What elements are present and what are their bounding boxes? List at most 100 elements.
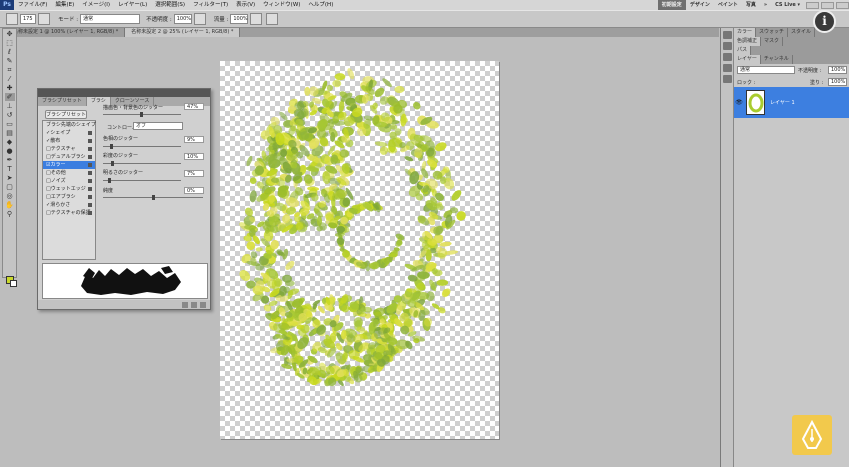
brush-panel-icon[interactable] bbox=[722, 75, 732, 83]
brush-size-picker[interactable]: 175 bbox=[20, 14, 36, 24]
toggle-preview-icon[interactable] bbox=[182, 301, 188, 308]
texture-item[interactable]: □テクスチャ bbox=[43, 145, 95, 153]
menu-window[interactable]: ウィンドウ(W) bbox=[259, 0, 304, 10]
fill-field[interactable]: 100% bbox=[828, 78, 847, 86]
brightness-jitter-field[interactable]: 7% bbox=[184, 170, 204, 177]
brush-tip-shape-item[interactable]: ブラシ先端のシェイプ bbox=[43, 121, 96, 129]
pressure-opacity-icon[interactable] bbox=[193, 13, 206, 25]
menu-select[interactable]: 選択範囲(S) bbox=[151, 0, 189, 10]
menu-view[interactable]: 表示(V) bbox=[232, 0, 259, 10]
slider-knob[interactable] bbox=[110, 144, 113, 149]
3d-tool-icon[interactable]: ◎ bbox=[5, 192, 15, 200]
purity-slider[interactable] bbox=[103, 195, 203, 200]
tab-masks[interactable]: マスク bbox=[761, 37, 784, 46]
background-color-swatch[interactable] bbox=[10, 280, 17, 287]
blur-tool-icon[interactable]: ◆ bbox=[5, 138, 15, 146]
eyedropper-tool-icon[interactable]: ⁄ bbox=[5, 75, 15, 83]
tab-document-1[interactable]: 名称未設定 1 @ 100% (レイヤー 1, RGB/8) * bbox=[7, 28, 126, 37]
delete-icon[interactable] bbox=[200, 301, 206, 308]
brightness-jitter-slider[interactable] bbox=[103, 178, 181, 183]
eraser-tool-icon[interactable]: ▭ bbox=[5, 120, 15, 128]
menu-layer[interactable]: レイヤー(L) bbox=[114, 0, 151, 10]
zoom-tool-icon[interactable]: ⚲ bbox=[5, 210, 15, 218]
move-tool-icon[interactable]: ✥ bbox=[5, 30, 15, 38]
workspace-photo[interactable]: 写真 bbox=[742, 0, 760, 10]
pressure-size-icon[interactable] bbox=[266, 13, 279, 25]
color-dynamics-item[interactable]: ☑カラー bbox=[43, 161, 95, 169]
workspace-design[interactable]: デザイン bbox=[686, 0, 714, 10]
purity-field[interactable]: 0% bbox=[184, 187, 204, 194]
flow-field[interactable]: 100% bbox=[230, 14, 249, 24]
crop-tool-icon[interactable]: ⌗ bbox=[5, 66, 15, 74]
hand-tool-icon[interactable]: ✋ bbox=[5, 201, 15, 209]
blend-mode-select[interactable]: 通常 bbox=[737, 66, 795, 74]
info-icon[interactable]: i bbox=[813, 10, 836, 33]
marquee-tool-icon[interactable]: ⬚ bbox=[5, 39, 15, 47]
shape-dynamics-item[interactable]: ✓シェイプ bbox=[43, 129, 95, 137]
fgbg-jitter-field[interactable]: 47% bbox=[184, 103, 204, 110]
airbrush-icon[interactable] bbox=[250, 13, 263, 25]
maximize-button[interactable] bbox=[821, 1, 834, 9]
menu-help[interactable]: ヘルプ(H) bbox=[304, 0, 337, 10]
path-select-tool-icon[interactable]: ➤ bbox=[5, 174, 15, 182]
tab-channels[interactable]: チャンネル bbox=[761, 55, 793, 64]
dual-brush-item[interactable]: □デュアルブラシ bbox=[43, 153, 95, 161]
tab-color[interactable]: カラー bbox=[734, 28, 757, 37]
menu-file[interactable]: ファイル(F) bbox=[14, 0, 51, 10]
protect-texture-item[interactable]: □テクスチャの保護 bbox=[43, 209, 95, 217]
new-preset-icon[interactable] bbox=[191, 301, 197, 308]
layer-opacity-field[interactable]: 100% bbox=[828, 66, 847, 74]
slider-knob[interactable] bbox=[108, 178, 111, 183]
hue-jitter-slider[interactable] bbox=[103, 144, 181, 149]
workspace-more[interactable]: » bbox=[760, 0, 771, 10]
type-tool-icon[interactable]: T bbox=[5, 165, 15, 173]
mode-select[interactable]: 通常 bbox=[80, 14, 141, 24]
fgbg-jitter-slider[interactable] bbox=[103, 112, 181, 117]
workspace-painting[interactable]: ペイント bbox=[714, 0, 742, 10]
wet-edges-item[interactable]: □ウェットエッジ bbox=[43, 185, 95, 193]
tab-layers[interactable]: レイヤー bbox=[734, 55, 761, 64]
slider-knob[interactable] bbox=[152, 195, 155, 200]
menu-edit[interactable]: 編集(E) bbox=[51, 0, 78, 10]
opacity-field[interactable]: 100% bbox=[173, 14, 192, 24]
tab-styles[interactable]: スタイル bbox=[788, 28, 816, 37]
eye-icon[interactable]: 👁 bbox=[734, 99, 744, 106]
saturation-jitter-slider[interactable] bbox=[103, 161, 181, 166]
noise-item[interactable]: □ノイズ bbox=[43, 177, 95, 185]
menu-filter[interactable]: フィルター(T) bbox=[189, 0, 232, 10]
brush-panel-toggle-icon[interactable] bbox=[38, 13, 50, 25]
hue-jitter-field[interactable]: 9% bbox=[184, 136, 204, 143]
stamp-tool-icon[interactable]: ⊥ bbox=[5, 102, 15, 110]
slider-knob[interactable] bbox=[140, 112, 143, 117]
lasso-tool-icon[interactable]: ℓ bbox=[5, 48, 15, 56]
slider-knob[interactable] bbox=[111, 161, 114, 166]
tab-swatches[interactable]: スウォッチ bbox=[756, 28, 789, 37]
smoothing-item[interactable]: ✓滑らかさ bbox=[43, 201, 95, 209]
actions-panel-icon[interactable] bbox=[722, 42, 732, 50]
document-canvas[interactable] bbox=[220, 61, 499, 439]
history-panel-icon[interactable] bbox=[722, 31, 732, 39]
tab-document-2[interactable]: 名称未設定 2 @ 25% (レイヤー 1, RGB/8) * bbox=[125, 28, 241, 37]
cs-live-button[interactable]: CS Live ▾ bbox=[771, 0, 804, 10]
paragraph-panel-icon[interactable] bbox=[722, 64, 732, 72]
healing-tool-icon[interactable]: ✚ bbox=[5, 84, 15, 92]
shape-tool-icon[interactable]: ▢ bbox=[5, 183, 15, 191]
control-select[interactable]: オフ bbox=[133, 122, 183, 130]
brush-tool-icon[interactable]: ✐ bbox=[4, 93, 15, 101]
brush-tool-preset-icon[interactable] bbox=[6, 13, 18, 25]
dodge-tool-icon[interactable]: ● bbox=[5, 147, 15, 155]
brush-presets-button[interactable]: ブラシプリセット bbox=[45, 110, 87, 119]
tab-paths[interactable]: パス bbox=[734, 46, 752, 55]
menu-image[interactable]: イメージ(I) bbox=[78, 0, 114, 10]
saturation-jitter-field[interactable]: 10% bbox=[184, 153, 204, 160]
layer-row[interactable]: 👁 レイヤー 1 bbox=[734, 87, 849, 118]
history-brush-icon[interactable]: ↺ bbox=[5, 111, 15, 119]
workspace-essentials[interactable]: 初期設定 bbox=[657, 0, 686, 10]
gradient-tool-icon[interactable]: ▤ bbox=[5, 129, 15, 137]
other-dynamics-item[interactable]: □その他 bbox=[43, 169, 95, 177]
tab-brush-presets[interactable]: ブラシプリセット bbox=[38, 97, 87, 106]
scattering-item[interactable]: ✓散布 bbox=[43, 137, 95, 145]
brush-panel-titlebar[interactable] bbox=[38, 89, 210, 97]
airbrush-item[interactable]: □エアブラシ bbox=[43, 193, 95, 201]
close-button[interactable] bbox=[836, 1, 849, 9]
